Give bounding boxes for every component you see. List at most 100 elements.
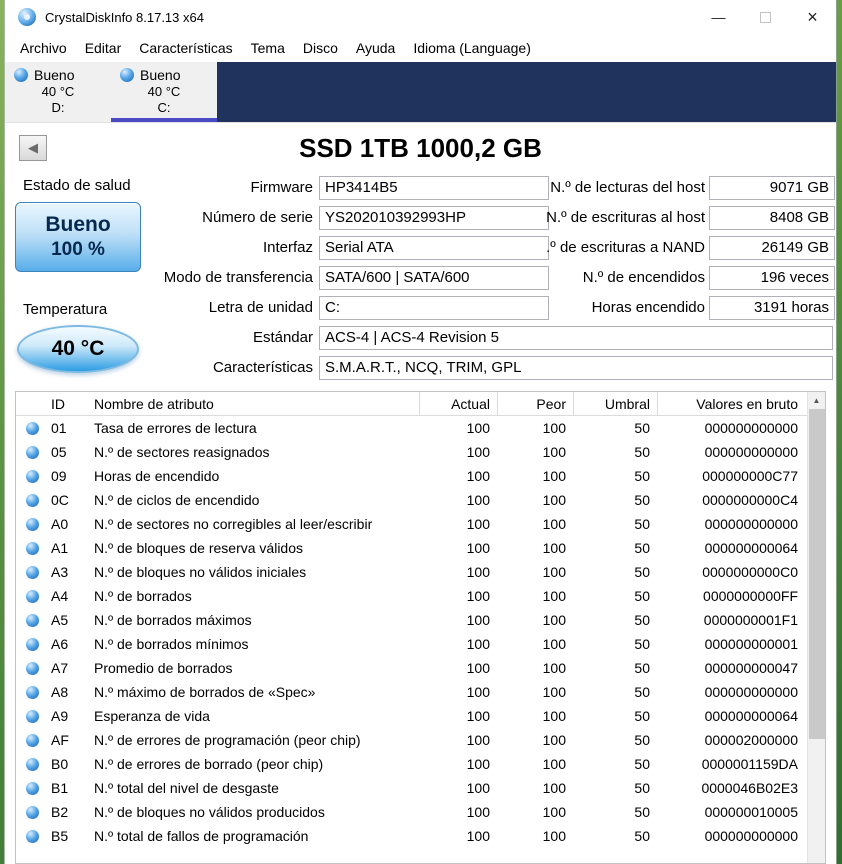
attribute-status-icon <box>26 566 39 579</box>
cell-id: AF <box>48 732 90 748</box>
cell-id: 05 <box>48 444 90 460</box>
attribute-status-icon <box>26 782 39 795</box>
minimize-button[interactable]: — <box>695 0 742 34</box>
drive-tab-c[interactable]: Bueno40 °CC: <box>111 62 217 122</box>
app-icon <box>18 8 36 26</box>
table-row[interactable]: A5N.º de borrados máximos100100500000000… <box>16 608 807 632</box>
drive-tabs: Bueno40 °CD:Bueno40 °CC: <box>5 62 217 122</box>
column-header-actual[interactable]: Actual <box>419 392 497 416</box>
cell-name: N.º de bloques no válidos producidos <box>90 804 419 820</box>
field-value-interfaz: Serial ATA <box>319 236 549 260</box>
cell-umbral: 50 <box>573 684 657 700</box>
cell-name: N.º de borrados máximos <box>90 612 419 628</box>
table-row[interactable]: 0CN.º de ciclos de encendido100100500000… <box>16 488 807 512</box>
cell-peor: 100 <box>497 660 573 676</box>
drive-info-area: Estado de salud Bueno 100 % Temperatura … <box>5 169 836 385</box>
cell-name: N.º de errores de programación (peor chi… <box>90 732 419 748</box>
table-row[interactable]: 01Tasa de errores de lectura100100500000… <box>16 416 807 440</box>
column-header-peor[interactable]: Peor <box>497 392 573 416</box>
attribute-status-icon <box>26 638 39 651</box>
health-status-button[interactable]: Bueno 100 % <box>15 202 141 272</box>
cell-peor: 100 <box>497 468 573 484</box>
table-scrollbar[interactable]: ▲ <box>807 392 825 863</box>
cell-raw: 000000000000 <box>657 684 807 700</box>
cell-umbral: 50 <box>573 804 657 820</box>
table-row[interactable]: A0N.º de sectores no corregibles al leer… <box>16 512 807 536</box>
table-row[interactable]: A6N.º de borrados mínimos100100500000000… <box>16 632 807 656</box>
cell-actual: 100 <box>419 588 497 604</box>
menu-item-tema[interactable]: Tema <box>242 36 294 60</box>
table-row[interactable]: B5N.º total de fallos de programación100… <box>16 824 807 848</box>
cell-umbral: 50 <box>573 588 657 604</box>
main-panel: ◀ SSD 1TB 1000,2 GB Estado de salud Buen… <box>5 122 836 864</box>
column-header-id[interactable]: ID <box>48 396 90 412</box>
cell-name: N.º de borrados <box>90 588 419 604</box>
attribute-status-icon <box>26 686 39 699</box>
table-row[interactable]: B0N.º de errores de borrado (peor chip)1… <box>16 752 807 776</box>
cell-id: A9 <box>48 708 90 724</box>
column-header-nombre-de-atributo[interactable]: Nombre de atributo <box>90 396 419 412</box>
close-button[interactable]: × <box>789 0 836 34</box>
smart-table: IDNombre de atributoActualPeorUmbralValo… <box>15 391 826 864</box>
back-button[interactable]: ◀ <box>19 135 47 161</box>
drive-status-text: Bueno <box>34 67 74 83</box>
cell-name: N.º de errores de borrado (peor chip) <box>90 756 419 772</box>
cell-raw: 000000000000 <box>657 444 807 460</box>
menu-item-ayuda[interactable]: Ayuda <box>347 36 404 60</box>
drive-tab-d[interactable]: Bueno40 °CD: <box>5 62 111 122</box>
field-label-horas-encendido: Horas encendido <box>535 296 705 320</box>
title-bar: CrystalDiskInfo 8.17.13 x64 — × <box>5 0 836 34</box>
table-row[interactable]: B2N.º de bloques no válidos producidos10… <box>16 800 807 824</box>
menu-item-archivo[interactable]: Archivo <box>11 36 76 60</box>
table-row[interactable]: 05N.º de sectores reasignados10010050000… <box>16 440 807 464</box>
cell-name: Esperanza de vida <box>90 708 419 724</box>
scroll-up-button[interactable]: ▲ <box>808 392 825 409</box>
drive-temp-text: 40 °C <box>111 84 217 99</box>
cell-actual: 100 <box>419 516 497 532</box>
maximize-button[interactable] <box>742 0 789 34</box>
cell-raw: 0000000001F1 <box>657 612 807 628</box>
cell-raw: 000000000000 <box>657 420 807 436</box>
cell-raw: 0000000000FF <box>657 588 807 604</box>
table-row[interactable]: A4N.º de borrados100100500000000000FF <box>16 584 807 608</box>
cell-peor: 100 <box>497 444 573 460</box>
cell-id: B1 <box>48 780 90 796</box>
column-header-valores-en-bruto[interactable]: Valores en bruto <box>657 392 807 416</box>
cell-umbral: 50 <box>573 420 657 436</box>
table-row[interactable]: B1N.º total del nivel de desgaste1001005… <box>16 776 807 800</box>
cell-actual: 100 <box>419 708 497 724</box>
table-row[interactable]: A3N.º de bloques no válidos iniciales100… <box>16 560 807 584</box>
scrollbar-thumb[interactable] <box>809 409 825 739</box>
field-label-letra-de-unidad: Letra de unidad <box>135 296 313 320</box>
attribute-status-icon <box>26 590 39 603</box>
health-percent-text: 100 % <box>51 239 105 261</box>
cell-raw: 0000000000C0 <box>657 564 807 580</box>
menu-item-disco[interactable]: Disco <box>294 36 347 60</box>
table-row[interactable]: A7Promedio de borrados100100500000000000… <box>16 656 807 680</box>
field-value-de-escrituras-a-nand: 26149 GB <box>709 236 835 260</box>
cell-id: A0 <box>48 516 90 532</box>
menu-item-idioma-language[interactable]: Idioma (Language) <box>404 36 540 60</box>
menu-bar: ArchivoEditarCaracterísticasTemaDiscoAyu… <box>5 34 836 62</box>
cell-peor: 100 <box>497 684 573 700</box>
cell-raw: 000000010005 <box>657 804 807 820</box>
attribute-status-icon <box>26 806 39 819</box>
menu-item-caracter-sticas[interactable]: Características <box>130 36 241 60</box>
table-row[interactable]: A8N.º máximo de borrados de «Spec»100100… <box>16 680 807 704</box>
temperature-indicator[interactable]: 40 °C <box>17 325 139 373</box>
field-value-firmware: HP3414B5 <box>319 176 549 200</box>
table-row[interactable]: AFN.º de errores de programación (peor c… <box>16 728 807 752</box>
table-row[interactable]: 09Horas de encendido10010050000000000C77 <box>16 464 807 488</box>
table-row[interactable]: A1N.º de bloques de reserva válidos10010… <box>16 536 807 560</box>
drive-letter-text: C: <box>111 100 217 115</box>
drive-letter-text: D: <box>5 100 111 115</box>
cell-actual: 100 <box>419 756 497 772</box>
cell-umbral: 50 <box>573 612 657 628</box>
cell-actual: 100 <box>419 612 497 628</box>
cell-peor: 100 <box>497 492 573 508</box>
menu-item-editar[interactable]: Editar <box>76 36 131 60</box>
column-header-umbral[interactable]: Umbral <box>573 392 657 416</box>
table-row[interactable]: A9Esperanza de vida10010050000000000064 <box>16 704 807 728</box>
field-value-n-de-encendidos: 196 veces <box>709 266 835 290</box>
cell-peor: 100 <box>497 828 573 844</box>
